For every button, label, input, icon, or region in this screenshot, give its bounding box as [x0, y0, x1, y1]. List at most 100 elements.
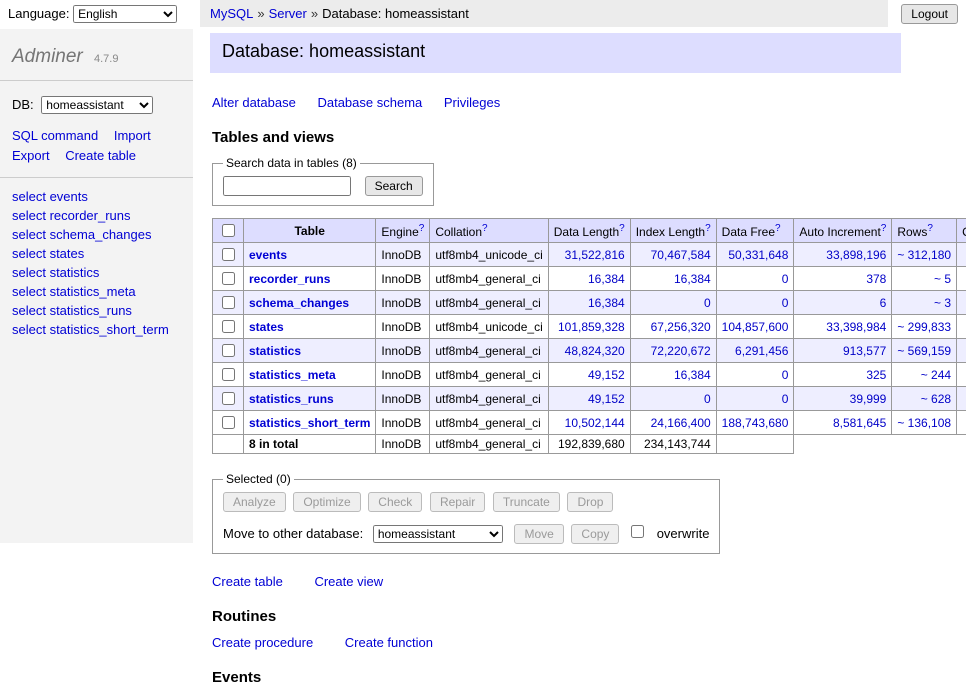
routine-link[interactable]: Create function — [345, 635, 433, 650]
database-action-link[interactable]: Privileges — [444, 95, 500, 110]
table-name-link[interactable]: statistics_meta — [249, 368, 336, 382]
sidebar-create-table-link[interactable]: Create table — [65, 148, 136, 163]
sidebar-table-link[interactable]: select events — [12, 189, 181, 204]
index-length-cell: 0 — [630, 291, 716, 315]
data-free-cell: 188,743,680 — [716, 411, 794, 435]
collation-cell: utf8mb4_unicode_ci — [430, 315, 548, 339]
language-select[interactable]: English — [73, 5, 177, 23]
overwrite-checkbox[interactable] — [631, 525, 644, 538]
move-database-select[interactable]: homeassistant — [373, 525, 503, 543]
column-header-auto-increment: Auto Increment? — [794, 219, 892, 243]
db-selector-row: DB: homeassistant — [0, 81, 193, 122]
table-name-link[interactable]: events — [249, 248, 287, 262]
row-checkbox[interactable] — [222, 392, 235, 405]
db-select[interactable]: homeassistant — [41, 96, 153, 114]
row-checkbox[interactable] — [222, 248, 235, 261]
selected-action-button[interactable]: Repair — [430, 492, 485, 512]
sidebar-sql-command-link[interactable]: SQL command — [12, 128, 98, 143]
selected-action-button[interactable]: Truncate — [493, 492, 560, 512]
search-button[interactable]: Search — [365, 176, 423, 196]
rows-count-cell: ~ 244 — [892, 363, 957, 387]
collation-cell: utf8mb4_general_ci — [430, 387, 548, 411]
sidebar-table-link[interactable]: select statistics — [12, 265, 181, 280]
breadcrumb-current: Database: homeassistant — [322, 6, 469, 21]
table-row: statistics_short_term InnoDB utf8mb4_gen… — [213, 411, 966, 435]
logout-button[interactable]: Logout — [901, 4, 958, 24]
table-name-link[interactable]: statistics — [249, 344, 301, 358]
table-name-link[interactable]: states — [249, 320, 284, 334]
comment-cell — [957, 291, 966, 315]
move-button[interactable]: Move — [514, 524, 563, 544]
help-link[interactable]: ? — [619, 223, 625, 234]
database-action-link[interactable]: Database schema — [317, 95, 422, 110]
language-bar: Language: English — [0, 0, 193, 28]
help-link[interactable]: ? — [881, 223, 887, 234]
selected-action-button[interactable]: Analyze — [223, 492, 286, 512]
routines-heading: Routines — [212, 608, 966, 625]
index-length-cell: 0 — [630, 387, 716, 411]
help-link[interactable]: ? — [775, 223, 781, 234]
copy-button[interactable]: Copy — [571, 524, 619, 544]
collation-cell: utf8mb4_general_ci — [430, 339, 548, 363]
help-link[interactable]: ? — [705, 223, 711, 234]
total-label: 8 in total — [244, 435, 376, 454]
engine-cell: InnoDB — [376, 315, 430, 339]
breadcrumb-server-link[interactable]: Server — [269, 6, 307, 21]
overwrite-label[interactable]: overwrite — [657, 526, 710, 541]
search-input[interactable] — [223, 176, 351, 196]
help-link[interactable]: ? — [482, 223, 488, 234]
engine-cell: InnoDB — [376, 387, 430, 411]
row-checkbox[interactable] — [222, 296, 235, 309]
engine-cell: InnoDB — [376, 243, 430, 267]
table-name-link[interactable]: statistics_short_term — [249, 416, 370, 430]
table-row: statistics_runs InnoDB utf8mb4_general_c… — [213, 387, 966, 411]
database-action-link[interactable]: Alter database — [212, 95, 296, 110]
engine-cell: InnoDB — [376, 339, 430, 363]
create-link[interactable]: Create table — [212, 574, 283, 589]
breadcrumb-separator: » — [311, 6, 318, 21]
breadcrumb-separator: » — [257, 6, 264, 21]
select-all-checkbox[interactable] — [222, 224, 235, 237]
routine-link[interactable]: Create procedure — [212, 635, 313, 650]
selected-action-button[interactable]: Check — [368, 492, 422, 512]
collation-cell: utf8mb4_unicode_ci — [430, 243, 548, 267]
help-link[interactable]: ? — [419, 223, 425, 234]
sidebar-table-link[interactable]: select statistics_meta — [12, 284, 181, 299]
row-checkbox[interactable] — [222, 416, 235, 429]
help-link[interactable]: ? — [927, 223, 933, 234]
sidebar-export-link[interactable]: Export — [12, 148, 50, 163]
selected-action-button[interactable]: Optimize — [293, 492, 360, 512]
table-name-link[interactable]: schema_changes — [249, 296, 349, 310]
row-checkbox[interactable] — [222, 320, 235, 333]
collation-cell: utf8mb4_general_ci — [430, 363, 548, 387]
create-link[interactable]: Create view — [314, 574, 383, 589]
total-data-length: 192,839,680 — [548, 435, 630, 454]
rows-count-cell: ~ 312,180 — [892, 243, 957, 267]
page-title: Database: homeassistant — [210, 33, 901, 73]
search-fieldset: Search data in tables (8) Search — [212, 156, 434, 206]
data-free-cell: 0 — [716, 267, 794, 291]
data-length-cell: 48,824,320 — [548, 339, 630, 363]
column-header-data-length: Data Length? — [548, 219, 630, 243]
comment-cell — [957, 339, 966, 363]
routine-links: Create procedure Create function — [212, 635, 966, 650]
table-name-link[interactable]: statistics_runs — [249, 392, 334, 406]
sidebar-table-link[interactable]: select recorder_runs — [12, 208, 181, 223]
column-header-engine: Engine? — [376, 219, 430, 243]
data-free-cell: 50,331,648 — [716, 243, 794, 267]
sidebar-table-link[interactable]: select schema_changes — [12, 227, 181, 242]
search-legend: Search data in tables (8) — [223, 156, 360, 170]
sidebar-table-link[interactable]: select statistics_short_term — [12, 322, 181, 337]
table-name-link[interactable]: recorder_runs — [249, 272, 330, 286]
selected-action-button[interactable]: Drop — [567, 492, 613, 512]
sidebar-table-link[interactable]: select statistics_runs — [12, 303, 181, 318]
breadcrumb-mysql-link[interactable]: MySQL — [210, 6, 253, 21]
sidebar-table-link[interactable]: select states — [12, 246, 181, 261]
selected-legend: Selected (0) — [223, 472, 294, 486]
row-checkbox[interactable] — [222, 272, 235, 285]
table-row: statistics_meta InnoDB utf8mb4_general_c… — [213, 363, 966, 387]
sidebar-import-link[interactable]: Import — [114, 128, 151, 143]
row-checkbox[interactable] — [222, 344, 235, 357]
row-checkbox[interactable] — [222, 368, 235, 381]
events-heading: Events — [212, 669, 966, 686]
